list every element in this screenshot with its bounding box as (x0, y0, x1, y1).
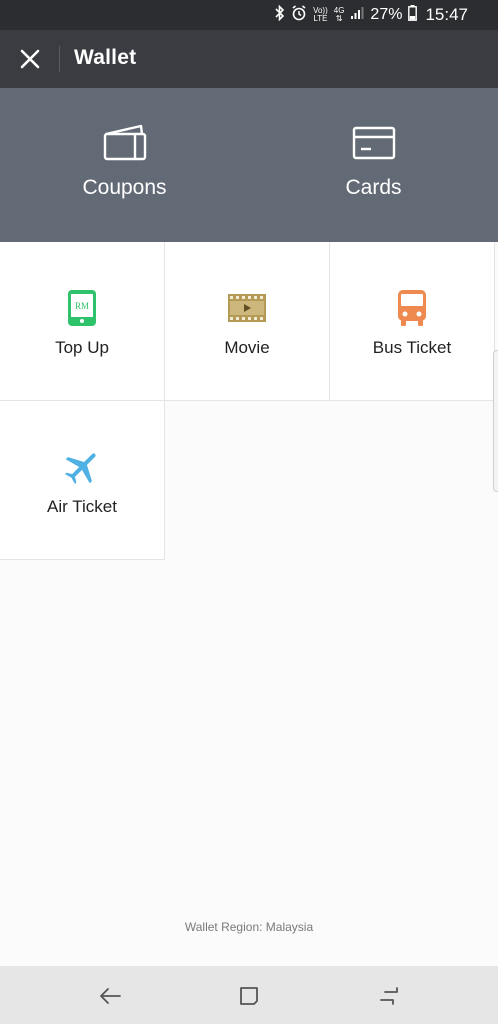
home-button[interactable] (233, 980, 265, 1012)
network-indicator: 4G ⇅ (334, 7, 345, 23)
service-label: Bus Ticket (372, 338, 452, 357)
topup-rm-text: RM (75, 301, 89, 311)
app-bar: Wallet (0, 30, 498, 88)
cards-label: Cards (345, 176, 402, 199)
navigation-bar (0, 966, 498, 1024)
battery-percent: 27% (370, 6, 403, 23)
recent-apps-button[interactable] (373, 980, 405, 1012)
wallet-icon (103, 124, 146, 161)
edge-panel-handle[interactable] (493, 350, 498, 492)
recent-apps-icon (380, 987, 398, 1005)
status-icons: Vo)) LTE 4G ⇅ 27% 15:47 (275, 4, 468, 26)
close-icon (20, 49, 40, 69)
card-icon (352, 126, 395, 160)
wallet-hero: Coupons Cards (0, 88, 498, 242)
bus-icon (398, 290, 426, 326)
bluetooth-icon (275, 4, 285, 26)
back-button[interactable] (94, 980, 126, 1012)
alarm-icon (291, 4, 307, 26)
film-strip-icon (228, 294, 266, 322)
close-button[interactable] (14, 43, 46, 75)
coupons-label: Coupons (82, 176, 167, 199)
service-air-ticket[interactable]: Air Ticket (0, 401, 165, 560)
wallet-region-text: Wallet Region: Malaysia (184, 920, 314, 934)
signal-icon (350, 6, 364, 25)
airplane-icon (65, 453, 96, 484)
service-top-up[interactable]: RM Top Up (0, 242, 165, 401)
back-arrow-icon (100, 988, 121, 1004)
coupons-button[interactable]: Coupons (0, 88, 249, 242)
page-title: Wallet (74, 46, 137, 69)
lte-label: LTE (313, 14, 328, 23)
home-square-icon (240, 987, 258, 1005)
data-arrows-icon: ⇅ (335, 14, 343, 23)
service-bus-ticket[interactable]: Bus Ticket (330, 242, 495, 401)
service-label: Movie (224, 338, 270, 357)
service-label: Top Up (55, 338, 109, 357)
battery-icon (408, 4, 418, 26)
app-bar-divider (59, 46, 60, 72)
clock: 15:47 (425, 5, 468, 24)
volte-indicator: Vo)) LTE (313, 7, 328, 23)
topup-phone-icon: RM (68, 290, 96, 326)
status-bar: Vo)) LTE 4G ⇅ 27% 15:47 (0, 0, 498, 30)
cards-button[interactable]: Cards (249, 88, 498, 242)
service-movie[interactable]: Movie (165, 242, 330, 401)
service-label: Air Ticket (47, 497, 117, 516)
